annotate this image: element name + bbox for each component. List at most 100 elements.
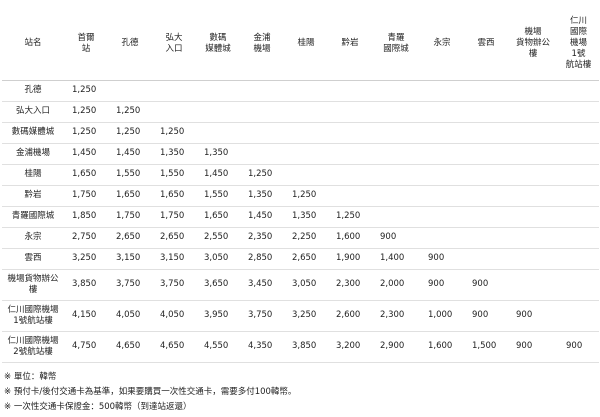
fare-cell [508,122,558,144]
fare-cell [284,143,328,165]
fare-cell [372,206,420,228]
fare-cell: 3,950 [196,300,240,332]
fare-cell: 1,250 [152,122,196,144]
fare-cell: 1,750 [108,206,152,228]
header-cell: 黔岩 [328,8,372,81]
fare-cell: 1,250 [284,185,328,207]
fare-cell [240,122,284,144]
fare-cell [372,185,420,207]
station-name-cell: 數碼媒體城 [2,122,64,144]
fare-cell: 900 [558,331,599,363]
fare-cell [558,80,599,102]
station-name-cell: 桂陽 [2,164,64,186]
fare-cell: 1,250 [64,122,108,144]
fare-cell [328,122,372,144]
fare-cell: 1,600 [328,227,372,249]
fare-cell [508,269,558,301]
fare-cell: 1,550 [108,164,152,186]
fare-cell: 1,550 [196,185,240,207]
fare-cell [464,164,508,186]
fare-cell: 900 [508,300,558,332]
header-cell: 弘大 入口 [152,8,196,81]
header-row: 站名 首爾站 孔德 弘大 入口 數碼 媒體城 金浦 機場 桂陽 黔岩 青羅 國際城 永宗… [2,8,599,81]
fare-cell [464,143,508,165]
fare-cell [328,185,372,207]
note-deposit: ※ 一次性交通卡保證金：500韓幣（到達站返還） [4,402,192,412]
fare-table-body: 孔德 1,250 弘大入口 1,250 1,250 數碼媒體城 1,250 1,250 1,25… [2,80,599,363]
fare-cell: 2,650 [152,227,196,249]
fare-cell: 3,050 [284,269,328,301]
fare-cell [372,122,420,144]
fare-cell [372,164,420,186]
fare-cell: 2,650 [284,248,328,270]
page: { "table": { "header": ["站名", "首爾\n站", "… [0,0,600,417]
fare-cell: 2,550 [196,227,240,249]
fare-cell: 1,350 [152,143,196,165]
fare-cell: 3,050 [196,248,240,270]
fare-cell: 1,450 [196,164,240,186]
fare-cell: 900 [372,227,420,249]
fare-cell: 3,450 [240,269,284,301]
fare-cell [508,206,558,228]
header-cell: 數碼 媒體城 [196,8,240,81]
fare-cell: 3,650 [196,269,240,301]
header-cell: 首爾站 [64,8,108,81]
fare-cell [196,122,240,144]
table-row: 雲西 3,250 3,150 3,150 3,050 2,850 2,650 1,900 1,4… [2,248,599,270]
fare-cell [508,143,558,165]
fare-cell: 3,850 [284,331,328,363]
fare-cell [558,101,599,123]
fare-cell: 900 [420,269,464,301]
table-row: 仁川國際機場 1號航站樓 4,150 4,050 4,050 3,950 3,750 3,25… [2,300,599,332]
fare-cell [464,185,508,207]
fare-cell: 1,450 [108,143,152,165]
fare-cell: 900 [508,331,558,363]
fare-cell: 1,550 [152,164,196,186]
fare-cell [328,164,372,186]
fare-cell [508,164,558,186]
header-cell: 桂陽 [284,8,328,81]
station-name-cell: 機場貨物辦公樓 [2,269,64,301]
fare-cell: 3,200 [328,331,372,363]
fare-cell: 900 [420,248,464,270]
header-cell: 機場 貨物辦公樓 [508,8,558,81]
fare-cell: 3,250 [64,248,108,270]
station-name-cell: 青羅國際城 [2,206,64,228]
fare-cell [328,101,372,123]
table-row: 弘大入口 1,250 1,250 [2,101,599,123]
fare-cell [284,80,328,102]
fare-cell: 1,350 [240,185,284,207]
fare-cell [372,143,420,165]
notes: ※ 單位：韓幣 ※ 預付卡/後付交通卡為基準，如果要購買一次性交通卡，需要多付1… [4,370,296,415]
fare-cell [558,164,599,186]
fare-cell: 1,250 [108,101,152,123]
fare-cell: 900 [464,269,508,301]
fare-cell: 1,450 [240,206,284,228]
fare-cell [240,80,284,102]
fare-cell: 1,250 [108,122,152,144]
fare-cell [508,185,558,207]
fare-cell [420,185,464,207]
fare-cell [508,227,558,249]
fare-cell [558,248,599,270]
fare-cell [558,269,599,301]
fare-cell [420,227,464,249]
fare-cell: 4,050 [152,300,196,332]
fare-cell: 1,850 [64,206,108,228]
station-name-cell: 雲西 [2,248,64,270]
fare-cell: 2,000 [372,269,420,301]
fare-cell: 4,550 [196,331,240,363]
fare-cell: 3,750 [152,269,196,301]
fare-cell [508,80,558,102]
header-cell: 永宗 [420,8,464,81]
fare-cell [240,143,284,165]
fare-cell [328,80,372,102]
fare-cell [464,80,508,102]
fare-cell: 1,350 [284,206,328,228]
fare-cell [558,185,599,207]
header-cell: 青羅 國際城 [372,8,420,81]
fare-cell [196,80,240,102]
table-row: 黔岩 1,750 1,650 1,650 1,550 1,350 1,250 [2,185,599,207]
fare-cell: 3,750 [108,269,152,301]
header-cell: 仁川 國際 機場 1號 航站樓 [558,8,599,81]
